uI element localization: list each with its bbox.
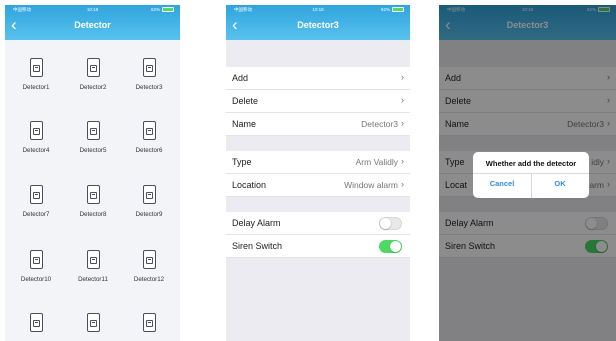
settings-group-switches: Delay Alarm Siren Switch (226, 212, 410, 258)
detector-item[interactable]: Detector6 (120, 121, 178, 154)
detector-label: Detector9 (135, 211, 163, 218)
settings-group-type: Type Arm Validly › Location Window alarm › (226, 151, 410, 197)
detector-item[interactable]: Detector2 (64, 58, 122, 91)
page-title: Detector (74, 20, 111, 30)
name-label: Name (232, 119, 257, 129)
location-label: Location (232, 180, 267, 190)
status-bar: 中国移动 10:18 62% (5, 5, 180, 14)
nav-bar: ‹ Detector (5, 14, 180, 40)
add-row[interactable]: Add › (226, 67, 410, 90)
detector-label: Detector5 (79, 147, 107, 154)
detector-label: Detector2 (79, 84, 107, 91)
detector-device-icon (29, 121, 43, 140)
delay-alarm-toggle[interactable] (379, 217, 402, 230)
chevron-right-icon: › (401, 118, 404, 128)
detector-label: Detector12 (133, 276, 165, 283)
dialog-message: Whether add the detector (485, 159, 577, 168)
detector-label: Detector6 (135, 147, 163, 154)
detector-item[interactable]: Detector7 (7, 185, 65, 218)
siren-switch-label: Siren Switch (232, 241, 283, 251)
chevron-right-icon: › (401, 156, 404, 166)
detector-label: Detector11 (78, 276, 108, 283)
detector-item[interactable] (120, 313, 178, 332)
nav-bar: ‹ Detector3 (226, 14, 410, 40)
detector-device-icon (142, 250, 156, 269)
detector-device-icon (142, 313, 156, 332)
detector-label: Detector3 (135, 84, 163, 91)
delay-alarm-label: Delay Alarm (232, 218, 281, 228)
detector-device-icon (142, 121, 156, 140)
detector-item[interactable]: Detector5 (64, 121, 122, 154)
detector-item[interactable]: Detector9 (120, 185, 178, 218)
detector-item[interactable]: Detector8 (64, 185, 122, 218)
detector-device-icon (142, 58, 156, 77)
detector-label: Detector4 (22, 147, 50, 154)
detector-item[interactable]: Detector11 (64, 250, 122, 283)
chevron-right-icon: › (401, 72, 404, 82)
detector-device-icon (86, 121, 100, 140)
location-row[interactable]: Location Window alarm › (226, 174, 410, 197)
name-value: Detector3 (361, 119, 398, 129)
detector-item[interactable]: Detector10 (7, 250, 65, 283)
location-value: Window alarm (344, 180, 398, 190)
delay-alarm-row: Delay Alarm (226, 212, 410, 235)
confirm-add-dialog: Whether add the detector Cancel OK (473, 152, 589, 198)
battery-icon (392, 7, 404, 12)
detector-device-icon (142, 185, 156, 204)
chevron-right-icon: › (401, 179, 404, 189)
battery-percent: 62% (150, 7, 160, 12)
type-label: Type (232, 157, 252, 167)
detector-label: Detector1 (22, 84, 50, 91)
siren-switch-row: Siren Switch (226, 235, 410, 258)
detector-device-icon (86, 58, 100, 77)
type-value: Arm Validly (355, 157, 398, 167)
page-title: Detector3 (297, 20, 339, 30)
siren-switch-toggle[interactable] (379, 240, 402, 253)
detector-list-screen: 中国移动 10:18 62% ‹ Detector Detector1 Dete… (5, 5, 180, 341)
settings-group-actions: Add › Delete › Name Detector3 › (226, 67, 410, 136)
detector-item[interactable]: Detector1 (7, 58, 65, 91)
detector-device-icon (86, 313, 100, 332)
detector-device-icon (86, 250, 100, 269)
detector-device-icon (86, 185, 100, 204)
detector-label: Detector7 (22, 211, 50, 218)
detector-label: Detector10 (20, 276, 52, 283)
battery-percent: 62% (380, 7, 390, 12)
delete-row[interactable]: Delete › (226, 90, 410, 113)
status-bar: 中国移动 10:18 62% (226, 5, 410, 14)
battery-icon (162, 7, 174, 12)
detector-item[interactable]: Detector12 (120, 250, 178, 283)
detector-device-icon (29, 58, 43, 77)
add-detector-dialog-screen: 中国移动 10:18 62% ‹ Detector3 Add › Delete › … (439, 5, 616, 341)
detector-label: Detector8 (79, 211, 107, 218)
header: 中国移动 10:18 62% ‹ Detector3 (226, 5, 410, 40)
chevron-right-icon: › (401, 95, 404, 105)
detector-item[interactable]: Detector4 (7, 121, 65, 154)
delete-label: Delete (232, 96, 259, 106)
detector-item[interactable] (7, 313, 65, 332)
detector-device-icon (29, 250, 43, 269)
detector-device-icon (29, 185, 43, 204)
detector-item[interactable]: Detector3 (120, 58, 178, 91)
detector-device-icon (29, 313, 43, 332)
name-row[interactable]: Name Detector3 › (226, 113, 410, 136)
detector-settings-screen: 中国移动 10:18 62% ‹ Detector3 Add › Delete › … (226, 5, 410, 341)
type-row[interactable]: Type Arm Validly › (226, 151, 410, 174)
detector-item[interactable] (64, 313, 122, 332)
header: 中国移动 10:18 62% ‹ Detector (5, 5, 180, 40)
cancel-button[interactable]: Cancel (473, 179, 531, 188)
ok-button[interactable]: OK (531, 179, 589, 188)
add-label: Add (232, 73, 249, 83)
